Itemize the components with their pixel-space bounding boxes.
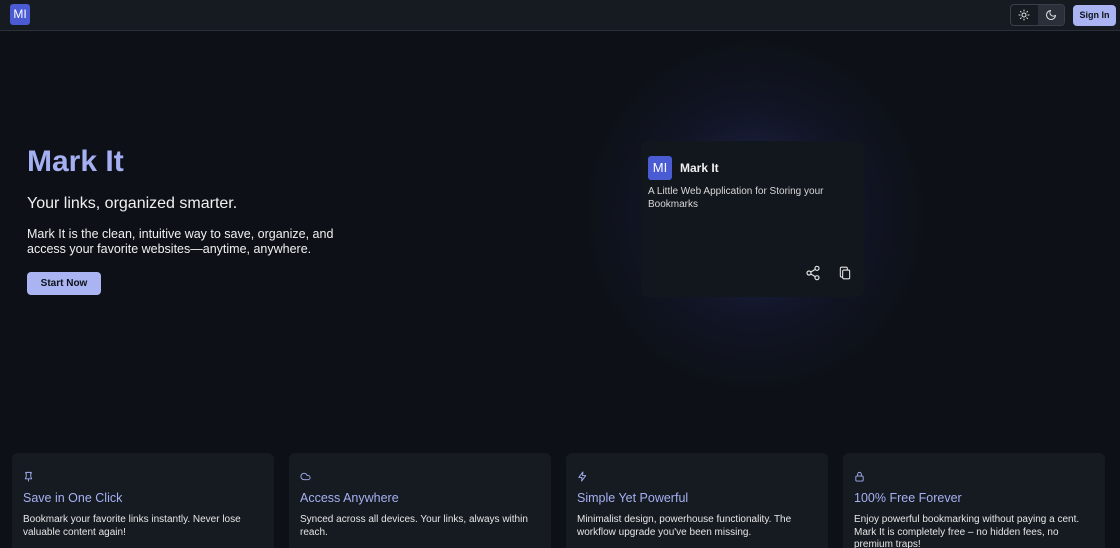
feature-description: Bookmark your favorite links instantly. …: [23, 514, 241, 538]
feature-card: Simple Yet Powerful Minimalist design, p…: [566, 453, 828, 548]
hero-description: Mark It is the clean, intuitive way to s…: [27, 227, 334, 256]
feature-card: 100% Free Forever Enjoy powerful bookmar…: [843, 453, 1105, 548]
sun-icon: [1018, 9, 1030, 21]
cloud-icon: [300, 472, 311, 481]
hero-subtitle: Your links, organized smarter.: [27, 195, 238, 212]
feature-title: Simple Yet Powerful: [577, 491, 689, 505]
top-navbar: MI Sign In: [0, 0, 1120, 31]
app-logo[interactable]: MI: [10, 4, 30, 25]
card-description: A Little Web Application for Storing you…: [648, 186, 824, 210]
dark-theme-button[interactable]: [1037, 5, 1064, 25]
pin-icon: [24, 471, 33, 482]
share-icon[interactable]: [805, 265, 821, 281]
lock-icon: [855, 471, 864, 482]
feature-card: Save in One Click Bookmark your favorite…: [12, 453, 274, 548]
start-now-button[interactable]: Start Now: [27, 272, 101, 295]
copy-icon[interactable]: [838, 265, 852, 281]
lightning-icon: [578, 471, 587, 482]
light-theme-button[interactable]: [1011, 5, 1038, 25]
sign-in-button[interactable]: Sign In: [1073, 5, 1116, 26]
card-logo: MI: [648, 156, 672, 180]
hero-title: Mark It: [27, 145, 124, 178]
feature-description: Synced across all devices. Your links, a…: [300, 514, 528, 538]
feature-title: Save in One Click: [23, 491, 123, 505]
theme-toggle-group: [1010, 4, 1065, 26]
feature-title: Access Anywhere: [300, 491, 399, 505]
feature-description: Enjoy powerful bookmarking without payin…: [854, 514, 1080, 548]
feature-title: 100% Free Forever: [854, 491, 962, 505]
moon-icon: [1045, 10, 1056, 20]
card-title: Mark It: [680, 161, 719, 175]
feature-card: Access Anywhere Synced across all device…: [289, 453, 551, 548]
feature-description: Minimalist design, powerhouse functional…: [577, 514, 792, 538]
bookmark-preview-card: MI Mark It A Little Web Application for …: [641, 141, 864, 297]
